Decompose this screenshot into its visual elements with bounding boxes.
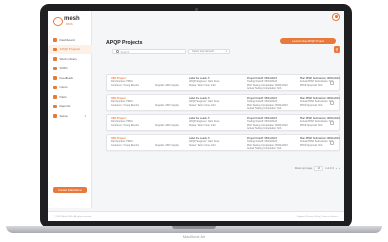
topbar <box>92 11 344 23</box>
logo-icon <box>53 17 63 26</box>
sidebar-item-apqp-projects[interactable]: APQP Projects <box>48 44 92 54</box>
card-menu-icon[interactable] <box>330 141 334 145</box>
project-card[interactable]: ABC Project Part Number: HB01 Customer: Yo… <box>106 94 340 111</box>
sidebar-item-reports[interactable]: Reports <box>48 102 92 112</box>
add-project-button[interactable]: Launch New APQP Project <box>280 38 336 44</box>
laptop-notch <box>172 226 216 229</box>
sidebar-item-label: Setup <box>59 113 68 118</box>
project-card-column: Supplier: ABC Supply <box>155 144 179 147</box>
project-card[interactable]: ABC Project Part Number: HB01 Customer: Yo… <box>106 74 340 91</box>
sidebar-item-label: Parts <box>59 94 67 99</box>
project-card-column: Project Kickoff: 05/01/2023 Tooling Kicko… <box>247 77 288 91</box>
reports-icon <box>53 104 57 108</box>
footer: © 2023 Mesh DMS. All rights reserved. Su… <box>48 211 344 221</box>
project-card-column: Project Kickoff: 05/01/2023 Tooling Kicko… <box>247 137 288 151</box>
logo[interactable]: mesh DMS <box>53 16 87 28</box>
sidebar-item-users[interactable]: Users <box>48 83 92 93</box>
project-status: Status: Task 1 Due 1/24 <box>189 123 216 127</box>
sidebar-item-label: Work Library <box>59 56 77 61</box>
device-brand: MacBook Air <box>182 234 206 239</box>
project-card-column: Label the Leads: 5 APQP Engineer: Sam Kus… <box>189 117 219 127</box>
project-card[interactable]: ABC Project Part Number: HB01 Customer: Yo… <box>106 114 340 131</box>
project-card-column: Supplier: ABC Supply <box>155 124 179 127</box>
project-status: Status: Task 1 Due 1/24 <box>189 83 216 87</box>
sidebar-nav: Dashboard APQP Projects Work Library SOP… <box>48 35 92 121</box>
site-select-value: Select site Name/# <box>192 50 214 53</box>
sidebar-item-setup[interactable]: Setup ▾ <box>48 111 92 121</box>
app-screen: mesh DMS Dashboard APQP Projects Work Li… <box>48 11 344 221</box>
project-card-column: Supplier: ABC Supply <box>155 104 179 107</box>
parts-icon <box>53 95 57 99</box>
page-range: 1-4 of 4 <box>325 166 334 170</box>
project-status: Status: Task 1 Due 1/24 <box>189 143 216 147</box>
project-card-column: ABC Project Part Number: HB01 Customer: Yo… <box>111 97 139 107</box>
sidebar-item-label: Reports <box>59 104 71 109</box>
project-supplier: Supplier: ABC Supply <box>155 104 179 107</box>
page-title: APQP Projects <box>106 40 143 46</box>
rows-per-page-select[interactable]: 10 <box>314 165 324 171</box>
sidebar-item-sops[interactable]: SOPs <box>48 64 92 74</box>
rows-per-page-label: Rows per page <box>294 166 313 170</box>
project-customer: Customer: Young Electric <box>111 123 140 127</box>
contact-sales-button[interactable]: Contact Sales/Demo <box>53 187 87 193</box>
project-actual: Actual Tooling Completion: N/A <box>247 107 282 111</box>
card-menu-icon[interactable] <box>330 81 334 85</box>
dashboard-icon <box>53 38 57 42</box>
pagination: Rows per page 10 1-4 of 4 ‹ › <box>266 165 340 171</box>
feedback-icon <box>53 76 57 80</box>
project-actual: Actual Tooling Completion: N/A <box>247 127 282 131</box>
project-card-column: Project Kickoff: 05/01/2023 Tooling Kicko… <box>247 97 288 111</box>
project-supplier: Supplier: ABC Supply <box>155 124 179 127</box>
filter-icon[interactable]: ⚲ <box>334 46 340 53</box>
chevron-down-icon: ▾ <box>84 113 86 118</box>
project-card-column: Label the Leads: 5 APQP Engineer: Sam Kus… <box>189 77 219 87</box>
sidebar-item-label: APQP Projects <box>59 47 81 52</box>
project-actual: Actual Tooling Completion: N/A <box>247 87 282 91</box>
sidebar-item-label: Users <box>59 85 68 90</box>
sidebar-item-parts[interactable]: Parts <box>48 92 92 102</box>
chevron-down-icon: ▾ <box>225 50 227 53</box>
project-card-column: ABC Project Part Number: HB01 Customer: Yo… <box>111 77 139 87</box>
search-placeholder: Search <box>120 49 130 54</box>
project-card-column: ABC Project Part Number: HB01 Customer: Yo… <box>111 117 139 127</box>
search-icon <box>116 50 119 53</box>
users-icon <box>53 85 57 89</box>
project-card-column: Label the Leads: 5 APQP Engineer: Sam Kus… <box>189 97 219 107</box>
search-input[interactable]: Search <box>112 49 186 54</box>
projects-icon <box>53 47 57 51</box>
project-customer: Customer: Young Electric <box>111 143 140 147</box>
logo-sub: DMS <box>66 22 73 26</box>
sidebar-item-feedback[interactable]: Feedback <box>48 73 92 83</box>
footer-links[interactable]: Support | Privacy Policy | Terms of Serv… <box>297 216 338 218</box>
project-card-column: Supplier: ABC Supply <box>155 84 179 87</box>
project-card-column: ABC Project Part Number: HB01 Customer: Yo… <box>111 137 139 147</box>
project-card[interactable]: ABC Project Part Number: HB01 Customer: Yo… <box>106 134 340 151</box>
site-select[interactable]: Select site Name/# ▾ <box>188 49 230 54</box>
sidebar-item-label: Feedback <box>59 75 74 80</box>
project-supplier: Supplier: ABC Supply <box>155 84 179 87</box>
library-icon <box>53 57 57 61</box>
project-supplier: Supplier: ABC Supply <box>155 144 179 147</box>
setup-icon <box>53 114 57 118</box>
sidebar-item-dashboard[interactable]: Dashboard <box>48 35 92 45</box>
sop-icon <box>53 66 57 70</box>
prev-page-button[interactable]: ‹ <box>336 166 337 170</box>
project-customer: Customer: Young Electric <box>111 103 140 107</box>
project-customer: Customer: Young Electric <box>111 83 140 87</box>
sidebar: mesh DMS Dashboard APQP Projects Work Li… <box>48 11 92 208</box>
sidebar-item-label: SOPs <box>59 66 68 71</box>
project-status: Status: Task 1 Due 1/24 <box>189 103 216 107</box>
project-card-column: Project Kickoff: 05/01/2023 Tooling Kicko… <box>247 117 288 131</box>
laptop-mockup: MacBook Air mesh DMS Dashboard APQP Proj… <box>0 0 388 242</box>
card-menu-icon[interactable] <box>330 121 334 125</box>
next-page-button[interactable]: › <box>339 166 340 170</box>
avatar[interactable] <box>332 13 340 21</box>
project-card-column: Label the Leads: 5 APQP Engineer: Sam Kus… <box>189 137 219 147</box>
sidebar-item-label: Dashboard <box>59 37 75 42</box>
card-menu-icon[interactable] <box>330 101 334 105</box>
project-actual: Actual Tooling Completion: N/A <box>247 147 282 151</box>
sidebar-item-work-library[interactable]: Work Library <box>48 54 92 64</box>
footer-copyright: © 2023 Mesh DMS. All rights reserved. <box>54 215 92 218</box>
